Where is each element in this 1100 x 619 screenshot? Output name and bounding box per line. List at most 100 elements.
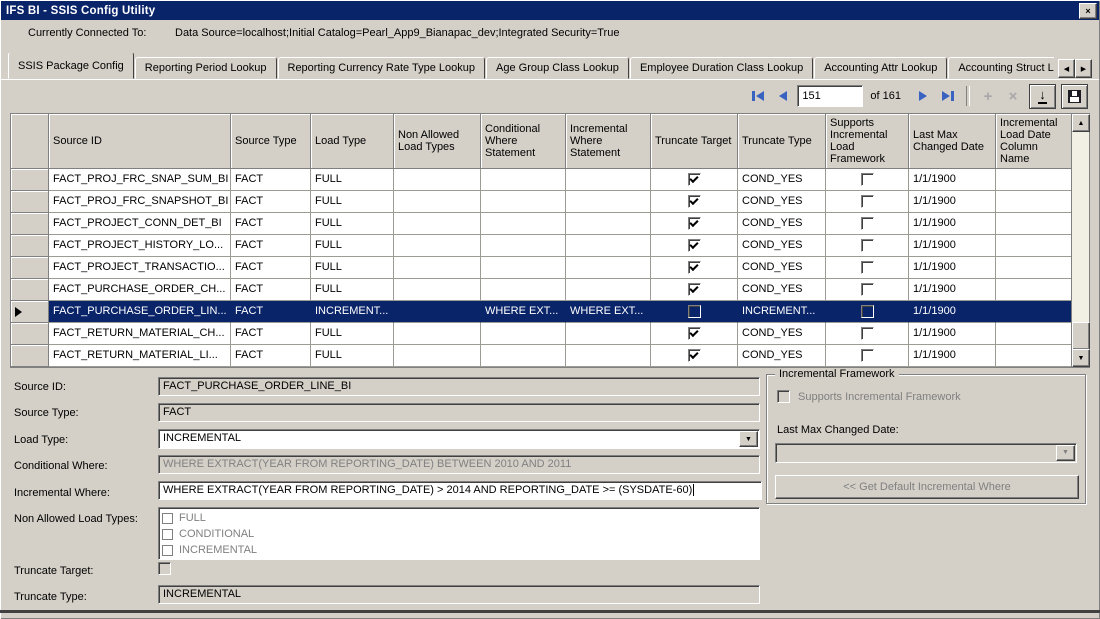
table-row[interactable]: FACT_RETURN_MATERIAL_CH...FACTFULLCOND_Y… xyxy=(11,323,1072,345)
cell-cond-where[interactable] xyxy=(481,257,566,279)
tab-accounting-attr-lookup[interactable]: Accounting Attr Lookup xyxy=(814,57,947,79)
close-button[interactable]: × xyxy=(1079,3,1097,19)
cell-truncate-type[interactable]: COND_YES xyxy=(738,191,826,213)
cell-source-type[interactable]: FACT xyxy=(231,235,311,257)
truncate-target-checkbox[interactable] xyxy=(688,173,701,186)
cell-source-id[interactable]: FACT_RETURN_MATERIAL_LI... xyxy=(49,345,231,367)
cell-incr-load-col[interactable] xyxy=(996,323,1072,345)
column-header-supports-framework[interactable]: Supports Incremental Load Framework xyxy=(826,114,909,169)
cell-source-id[interactable]: FACT_PROJECT_TRANSACTIO... xyxy=(49,257,231,279)
cell-non-allowed[interactable] xyxy=(394,279,481,301)
truncate-target-checkbox[interactable] xyxy=(688,305,701,318)
cell-load-type[interactable]: FULL xyxy=(311,345,394,367)
cell-cond-where[interactable] xyxy=(481,213,566,235)
cell-truncate-type[interactable]: INCREMENT... xyxy=(738,301,826,323)
previous-record-button[interactable] xyxy=(772,85,794,107)
row-selector[interactable] xyxy=(11,169,49,191)
cell-source-id[interactable]: FACT_PURCHASE_ORDER_CH... xyxy=(49,279,231,301)
incremental-where-field[interactable]: WHERE EXTRACT(YEAR FROM REPORTING_DATE) … xyxy=(158,481,762,500)
truncate-target-checkbox[interactable] xyxy=(688,327,701,340)
cell-truncate-type[interactable]: COND_YES xyxy=(738,323,826,345)
cell-non-allowed[interactable] xyxy=(394,345,481,367)
column-header-source-id[interactable]: Source ID xyxy=(49,114,231,169)
cell-non-allowed[interactable] xyxy=(394,323,481,345)
cell-cond-where[interactable] xyxy=(481,235,566,257)
cell-incr-load-col[interactable] xyxy=(996,257,1072,279)
scroll-up-button[interactable]: ▲ xyxy=(1072,114,1090,132)
import-button[interactable]: ↓ xyxy=(1029,84,1056,109)
truncate-target-checkbox[interactable] xyxy=(688,195,701,208)
supports-framework-checkbox[interactable] xyxy=(861,283,874,296)
cell-incr-where[interactable]: WHERE EXT... xyxy=(566,301,651,323)
tab-employee-duration-class-lookup[interactable]: Employee Duration Class Lookup xyxy=(630,57,813,79)
cell-source-id[interactable]: FACT_PROJECT_HISTORY_LO... xyxy=(49,235,231,257)
cell-source-type[interactable]: FACT xyxy=(231,301,311,323)
cell-source-type[interactable]: FACT xyxy=(231,213,311,235)
cell-cond-where[interactable] xyxy=(481,191,566,213)
supports-framework-checkbox[interactable] xyxy=(861,305,874,318)
cell-non-allowed[interactable] xyxy=(394,169,481,191)
cell-truncate-target[interactable] xyxy=(651,213,738,235)
column-header-non-allowed[interactable]: Non Allowed Load Types xyxy=(394,114,481,169)
cell-source-id[interactable]: FACT_PROJ_FRC_SNAP_SUM_BI xyxy=(49,169,231,191)
truncate-target-checkbox[interactable] xyxy=(688,261,701,274)
row-selector[interactable] xyxy=(11,323,49,345)
cell-non-allowed[interactable] xyxy=(394,191,481,213)
table-row[interactable]: FACT_PROJECT_HISTORY_LO...FACTFULLCOND_Y… xyxy=(11,235,1072,257)
cell-truncate-target[interactable] xyxy=(651,191,738,213)
cell-non-allowed[interactable] xyxy=(394,301,481,323)
cell-incr-where[interactable] xyxy=(566,235,651,257)
cell-supports-framework[interactable] xyxy=(826,235,909,257)
cell-incr-where[interactable] xyxy=(566,279,651,301)
cell-incr-where[interactable] xyxy=(566,257,651,279)
column-header-last-max-changed[interactable]: Last Max Changed Date xyxy=(909,114,996,169)
cell-source-id[interactable]: FACT_RETURN_MATERIAL_CH... xyxy=(49,323,231,345)
last-record-button[interactable] xyxy=(937,85,959,107)
cell-supports-framework[interactable] xyxy=(826,279,909,301)
cell-supports-framework[interactable] xyxy=(826,345,909,367)
record-number-input[interactable] xyxy=(797,85,863,107)
cell-incr-load-col[interactable] xyxy=(996,345,1072,367)
cell-load-type[interactable]: FULL xyxy=(311,213,394,235)
tab-reporting-period-lookup[interactable]: Reporting Period Lookup xyxy=(135,57,277,79)
row-selector[interactable] xyxy=(11,213,49,235)
cell-source-type[interactable]: FACT xyxy=(231,169,311,191)
cell-supports-framework[interactable] xyxy=(826,169,909,191)
truncate-target-checkbox[interactable] xyxy=(688,349,701,362)
tab-ssis-package-config[interactable]: SSIS Package Config xyxy=(8,53,134,79)
tab-reporting-currency-rate-type-lookup[interactable]: Reporting Currency Rate Type Lookup xyxy=(278,57,486,79)
supports-framework-checkbox[interactable] xyxy=(861,327,874,340)
tab-scroll-right-button[interactable]: ▶ xyxy=(1075,59,1092,78)
cell-cond-where[interactable]: WHERE EXT... xyxy=(481,301,566,323)
column-header-cond-where[interactable]: Conditional Where Statement xyxy=(481,114,566,169)
cell-source-type[interactable]: FACT xyxy=(231,257,311,279)
cell-incr-where[interactable] xyxy=(566,323,651,345)
cell-truncate-target[interactable] xyxy=(651,323,738,345)
cell-last-max-changed[interactable]: 1/1/1900 xyxy=(909,301,996,323)
cell-non-allowed[interactable] xyxy=(394,257,481,279)
cell-truncate-target[interactable] xyxy=(651,345,738,367)
table-row[interactable]: FACT_PROJ_FRC_SNAP_SUM_BIFACTFULLCOND_YE… xyxy=(11,169,1072,191)
cell-last-max-changed[interactable]: 1/1/1900 xyxy=(909,169,996,191)
truncate-target-checkbox[interactable] xyxy=(158,562,171,575)
cell-supports-framework[interactable] xyxy=(826,323,909,345)
cell-source-type[interactable]: FACT xyxy=(231,191,311,213)
cell-cond-where[interactable] xyxy=(481,279,566,301)
cell-truncate-target[interactable] xyxy=(651,257,738,279)
tab-scroll-left-button[interactable]: ◀ xyxy=(1058,59,1075,78)
supports-framework-checkbox[interactable] xyxy=(861,239,874,252)
cell-load-type[interactable]: FULL xyxy=(311,279,394,301)
supports-framework-checkbox[interactable] xyxy=(861,217,874,230)
scrollbar-thumb[interactable] xyxy=(1072,322,1090,350)
cell-load-type[interactable]: INCREMENT... xyxy=(311,301,394,323)
cell-source-id[interactable]: FACT_PROJECT_CONN_DET_BI xyxy=(49,213,231,235)
column-header-load-type[interactable]: Load Type xyxy=(311,114,394,169)
table-row[interactable]: FACT_PROJECT_TRANSACTIO...FACTFULLCOND_Y… xyxy=(11,257,1072,279)
load-type-combobox[interactable]: INCREMENTAL ▼ xyxy=(158,429,760,449)
cell-truncate-type[interactable]: COND_YES xyxy=(738,345,826,367)
grid-vertical-scrollbar[interactable]: ▲ ▼ xyxy=(1071,114,1089,367)
cell-load-type[interactable]: FULL xyxy=(311,235,394,257)
table-row[interactable]: FACT_PURCHASE_ORDER_LIN...FACTINCREMENT.… xyxy=(11,301,1072,323)
table-row[interactable]: FACT_RETURN_MATERIAL_LI...FACTFULLCOND_Y… xyxy=(11,345,1072,367)
column-header-truncate-target[interactable]: Truncate Target xyxy=(651,114,738,169)
